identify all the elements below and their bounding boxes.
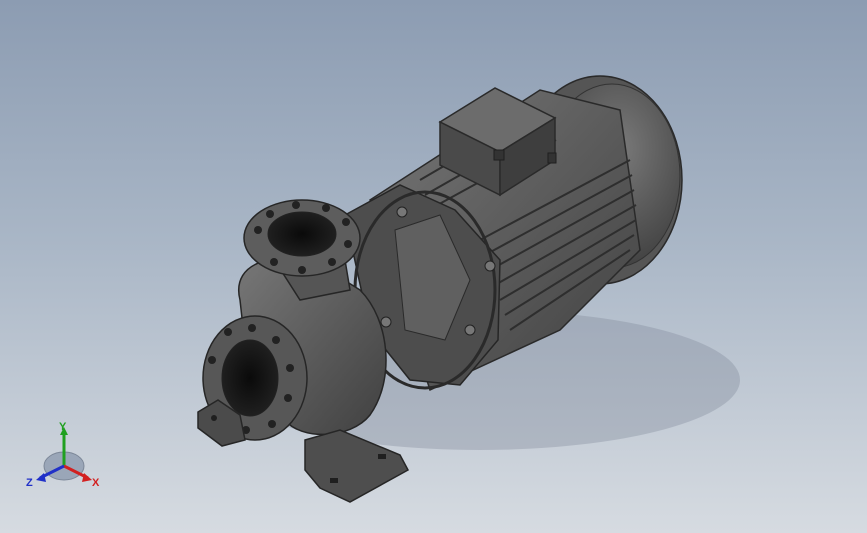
pump-3d-model[interactable] <box>0 0 867 533</box>
y-axis-label: Y <box>59 421 67 433</box>
x-axis-label: X <box>92 477 100 489</box>
orientation-triad: Y X Z <box>26 421 100 489</box>
graphics-viewport[interactable]: Y X Z <box>0 0 867 533</box>
z-axis-label: Z <box>26 477 33 489</box>
